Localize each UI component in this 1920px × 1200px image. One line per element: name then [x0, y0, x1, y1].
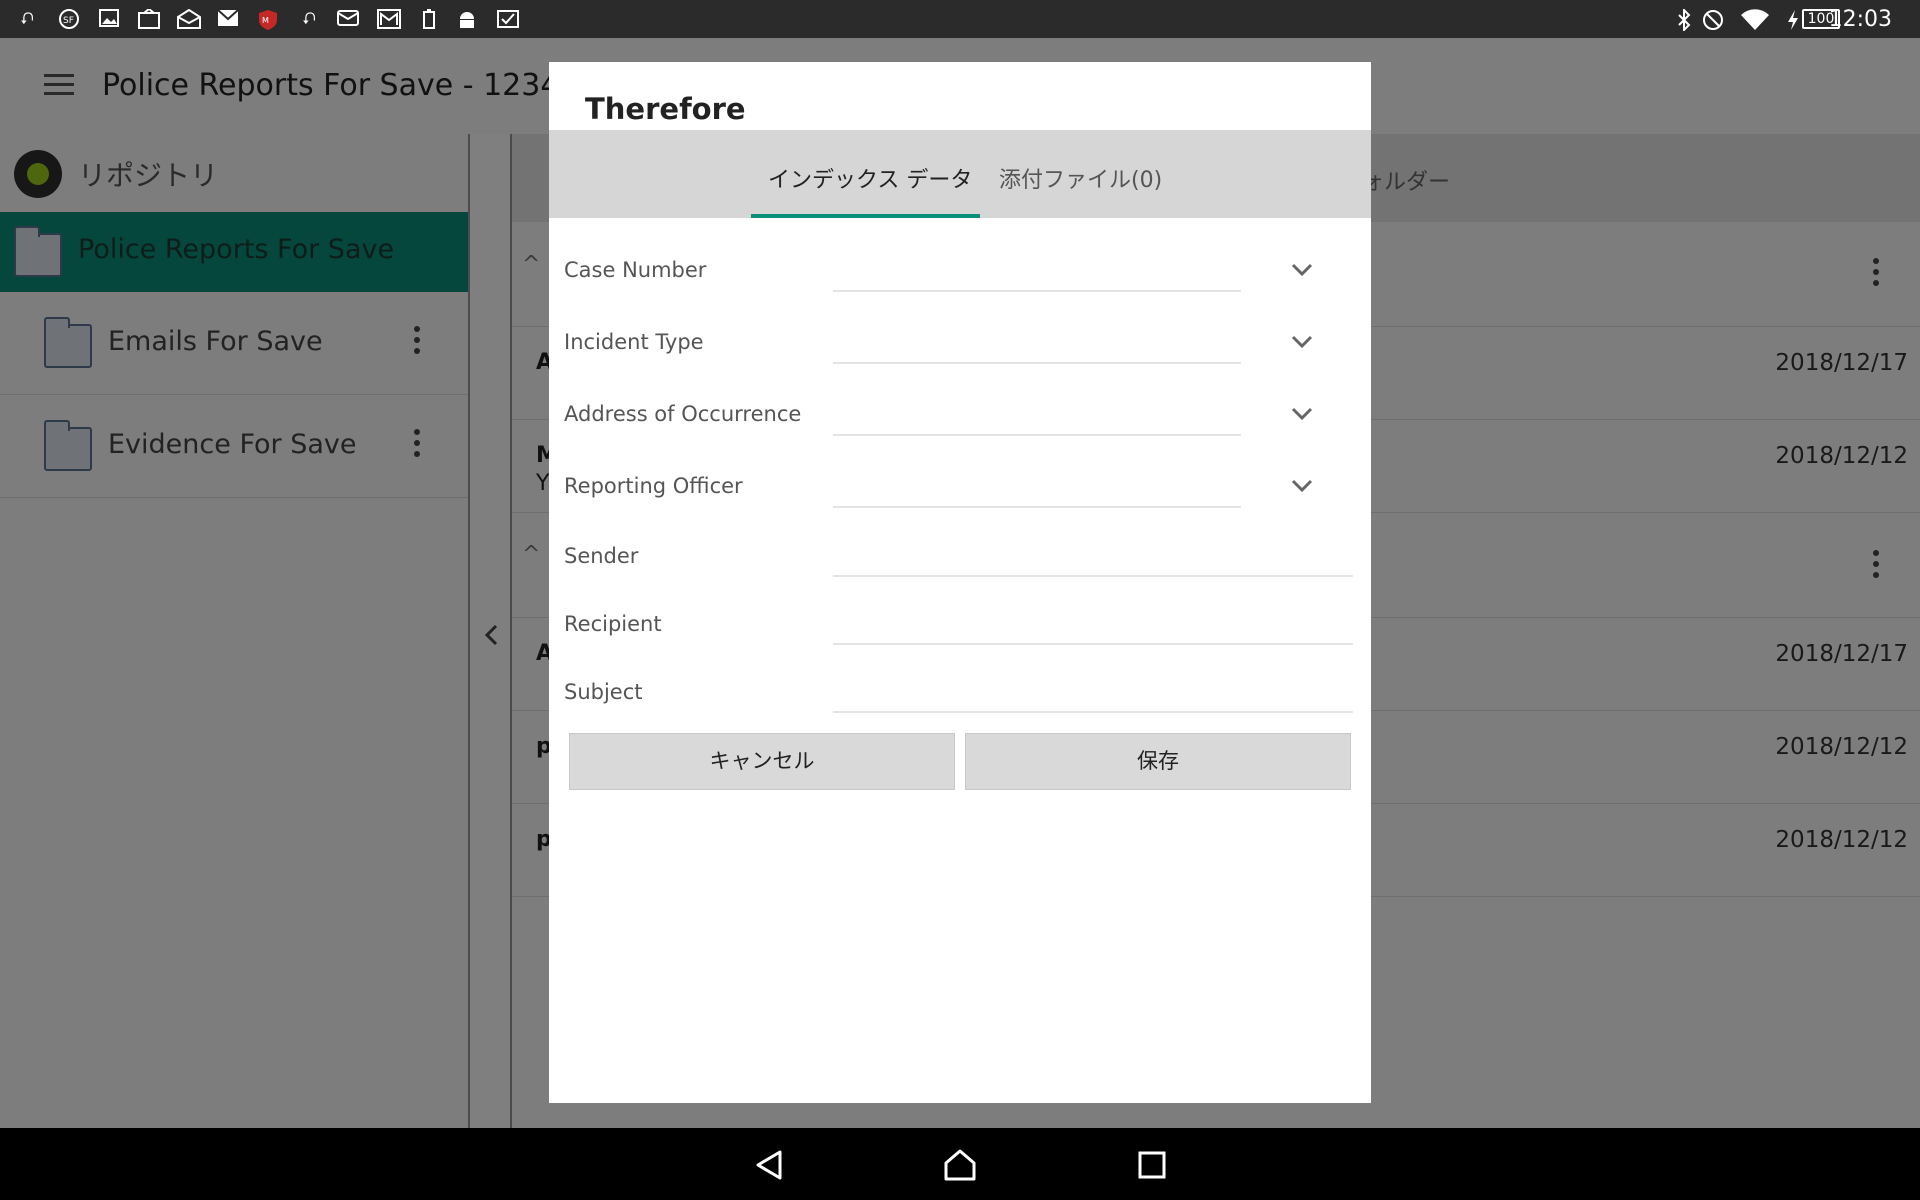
gmail-icon-2 [377, 9, 401, 29]
recent-apps-icon[interactable] [1135, 1148, 1169, 1182]
dialog-tabs: インデックス データ 添付ファイル(0) [549, 130, 1371, 218]
tab-attachments[interactable]: 添付ファイル(0) [999, 162, 1162, 194]
active-tab-indicator [751, 214, 980, 218]
battery-charging-icon [1782, 9, 1804, 30]
navigation-bar [0, 1128, 1920, 1200]
mcafee-icon: M [257, 9, 279, 30]
do-not-disturb-icon [1702, 9, 1724, 30]
mail-open-icon [177, 8, 201, 29]
gmail-icon [217, 9, 239, 29]
chevron-down-icon[interactable] [1291, 330, 1313, 352]
android-icon [456, 9, 478, 29]
sf-icon: SF [58, 9, 80, 29]
svg-text:M: M [262, 16, 269, 25]
tab-index-data[interactable]: インデックス データ [768, 162, 972, 194]
wifi-icon [1740, 9, 1770, 30]
dialog-title: Therefore [585, 92, 746, 126]
clock: 12:03 [1828, 7, 1892, 32]
recipient-label: Recipient [564, 612, 662, 636]
image-icon [98, 9, 120, 29]
subject-field[interactable] [833, 711, 1353, 713]
svg-text:SF: SF [63, 16, 74, 26]
chevron-down-icon[interactable] [1291, 402, 1313, 424]
home-icon[interactable] [943, 1148, 977, 1182]
email-icon [337, 9, 359, 29]
inbox-icon [138, 7, 160, 29]
case-number-field[interactable] [833, 290, 1241, 292]
chevron-down-icon[interactable] [1291, 258, 1313, 280]
save-button[interactable]: 保存 [965, 733, 1351, 790]
back-icon[interactable] [752, 1148, 786, 1182]
cancel-button[interactable]: キャンセル [569, 733, 955, 790]
subject-label: Subject [564, 680, 643, 704]
charging-icon [418, 9, 440, 29]
index-data-dialog: Therefore インデックス データ 添付ファイル(0) Case Numb… [549, 62, 1371, 1103]
check-icon [497, 9, 519, 29]
sender-field[interactable] [833, 575, 1353, 577]
case-number-label: Case Number [564, 258, 707, 282]
usb-icon: ⮏ [20, 9, 34, 29]
incident-type-label: Incident Type [564, 330, 704, 354]
incident-type-field[interactable] [833, 362, 1241, 364]
bluetooth-icon [1673, 7, 1695, 33]
reporting-officer-field[interactable] [833, 506, 1241, 508]
usb-debug-icon: ⮏ [302, 9, 316, 29]
address-of-occurrence-label: Address of Occurrence [564, 402, 802, 426]
reporting-officer-label: Reporting Officer [564, 474, 743, 498]
status-bar: ⮏ SF M ⮏ 100 12:03 [0, 0, 1920, 38]
address-of-occurrence-field[interactable] [833, 434, 1241, 436]
recipient-field[interactable] [833, 643, 1353, 645]
sender-label: Sender [564, 544, 639, 568]
chevron-down-icon[interactable] [1291, 474, 1313, 496]
